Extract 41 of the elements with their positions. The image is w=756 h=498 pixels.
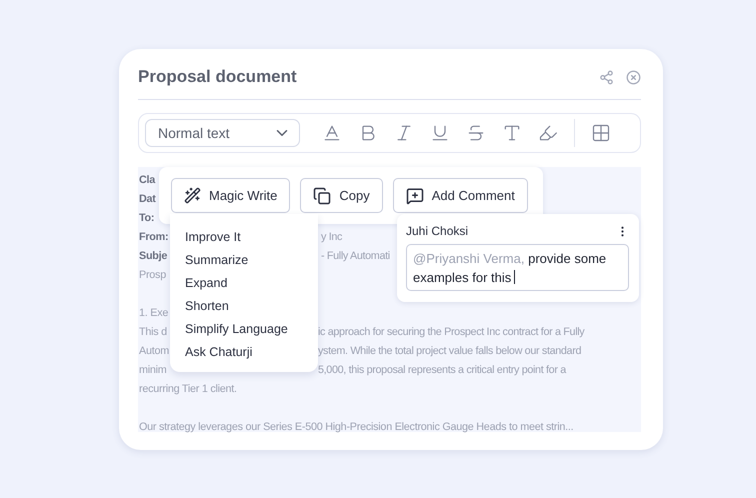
menu-item[interactable]: Ask Chaturji [170,341,318,364]
text-color-icon[interactable] [322,123,342,143]
document-title: Proposal document [138,67,297,87]
text-style-select[interactable]: Normal text [145,119,300,147]
menu-item[interactable]: Simplify Language [170,318,318,341]
document-text: 1. Exe [139,306,168,318]
close-icon[interactable] [626,70,641,84]
document-text: Our strategy leverages our Series E-500 High-Precision Electronic Gauge Heads to meet strin... [139,420,574,432]
document-text: minim [139,364,167,376]
menu-item[interactable]: Shorten [170,295,318,318]
highlighter-icon[interactable] [538,123,558,143]
share-icon[interactable] [599,70,614,84]
copy-button[interactable]: Copy [300,178,383,213]
document-text: Subje [139,250,168,262]
underline-icon[interactable] [430,123,450,143]
comment-plus-icon [406,186,424,204]
text-size-icon[interactable] [502,123,522,143]
strikethrough-icon[interactable] [466,123,486,143]
magic-write-button[interactable]: Magic Write [171,178,290,213]
table-icon[interactable] [591,123,611,143]
add-comment-button[interactable]: Add Comment [392,178,528,213]
document-text: Dat [139,192,156,204]
document-text: ystem. While the total project value falls below our standard [318,344,582,356]
menu-item[interactable]: Expand [170,272,318,295]
document-text: recurring Tier 1 client. [139,382,237,394]
document-text: To: [139,212,154,224]
document-text: y Inc [321,230,342,242]
document-text: Prosp [139,268,166,280]
menu-item[interactable]: Summarize [170,249,318,272]
copy-icon [313,186,332,204]
comment-author: Juhi Choksi [406,224,468,238]
document-text: ic approach for securing the Prospect Inc contract for a Fully [318,326,584,338]
document-text: - Fully Automati [321,250,390,262]
document-text: Cla [139,174,156,186]
document-text: From: [139,230,168,242]
menu-item[interactable]: Improve It [170,226,318,249]
document-text: This d [139,326,167,338]
comment-input[interactable]: @Priyanshi Verma, provide some examples for this [406,244,629,291]
magic-wand-icon [184,187,201,204]
document-text: 5,000, this proposal represents a critical entry point for a [318,364,566,376]
document-text: Autom [139,344,169,356]
